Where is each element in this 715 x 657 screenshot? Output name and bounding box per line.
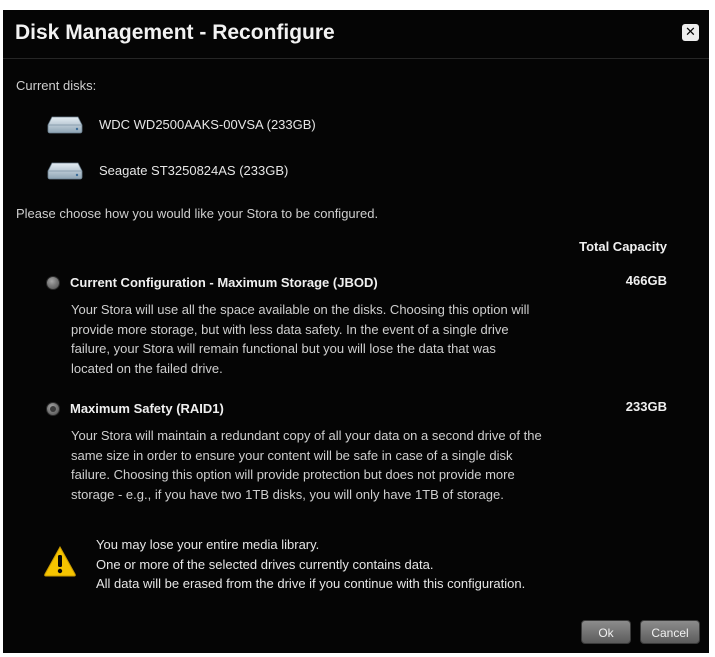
- close-icon[interactable]: ✕: [682, 24, 699, 41]
- description-line: failure, your Stora will remain function…: [71, 341, 496, 356]
- option-description: Your Stora will use all the space availa…: [71, 300, 641, 378]
- configuration-prompt: Please choose how you would like your St…: [16, 206, 379, 221]
- current-disks-label: Current disks:: [16, 78, 97, 93]
- description-line: located on the failed drive.: [71, 360, 223, 376]
- dialog-title: Disk Management - Reconfigure: [15, 21, 335, 44]
- disk-item: WDC WD2500AAKS-00VSA (233GB): [47, 116, 647, 136]
- description-line: provide more storage, but with less data…: [71, 321, 509, 337]
- option-title: Current Configuration - Maximum Storage …: [70, 275, 378, 290]
- radio-jbod[interactable]: [46, 276, 60, 290]
- description-line: storage - e.g., if you have two 1TB disk…: [71, 486, 504, 502]
- option-capacity: 233GB: [625, 399, 667, 414]
- warning-line: All data will be erased from the drive i…: [96, 576, 526, 591]
- description-line: Your Stora will maintain a redundant cop…: [71, 428, 542, 443]
- disk-management-dialog: Disk Management - Reconfigure ✕ Current …: [3, 10, 709, 653]
- option-capacity: 466GB: [625, 273, 667, 288]
- warning-icon: [44, 545, 76, 577]
- option-description: Your Stora will maintain a redundant cop…: [71, 426, 641, 504]
- option-title: Maximum Safety (RAID1): [70, 401, 224, 416]
- disk-item: Seagate ST3250824AS (233GB): [47, 162, 647, 182]
- radio-raid1[interactable]: [46, 402, 60, 416]
- ok-button[interactable]: Ok: [581, 620, 631, 644]
- disk-name: WDC WD2500AAKS-00VSA (233GB): [99, 117, 316, 132]
- hard-drive-icon: [47, 162, 83, 180]
- warning-line: You may lose your entire media library.: [96, 537, 320, 552]
- description-line: same size in order to ensure your conten…: [71, 447, 513, 463]
- dialog-header: Disk Management - Reconfigure ✕: [3, 10, 709, 59]
- cancel-button[interactable]: Cancel: [640, 620, 700, 644]
- description-line: failure. Choosing this option will provi…: [71, 467, 515, 482]
- description-line: Your Stora will use all the space availa…: [71, 302, 530, 317]
- total-capacity-header: Total Capacity: [579, 239, 667, 254]
- warning-message: You may lose your entire media library. …: [96, 535, 525, 594]
- hard-drive-icon: [47, 116, 83, 134]
- disk-name: Seagate ST3250824AS (233GB): [99, 163, 289, 178]
- warning-line: One or more of the selected drives curre…: [96, 556, 434, 572]
